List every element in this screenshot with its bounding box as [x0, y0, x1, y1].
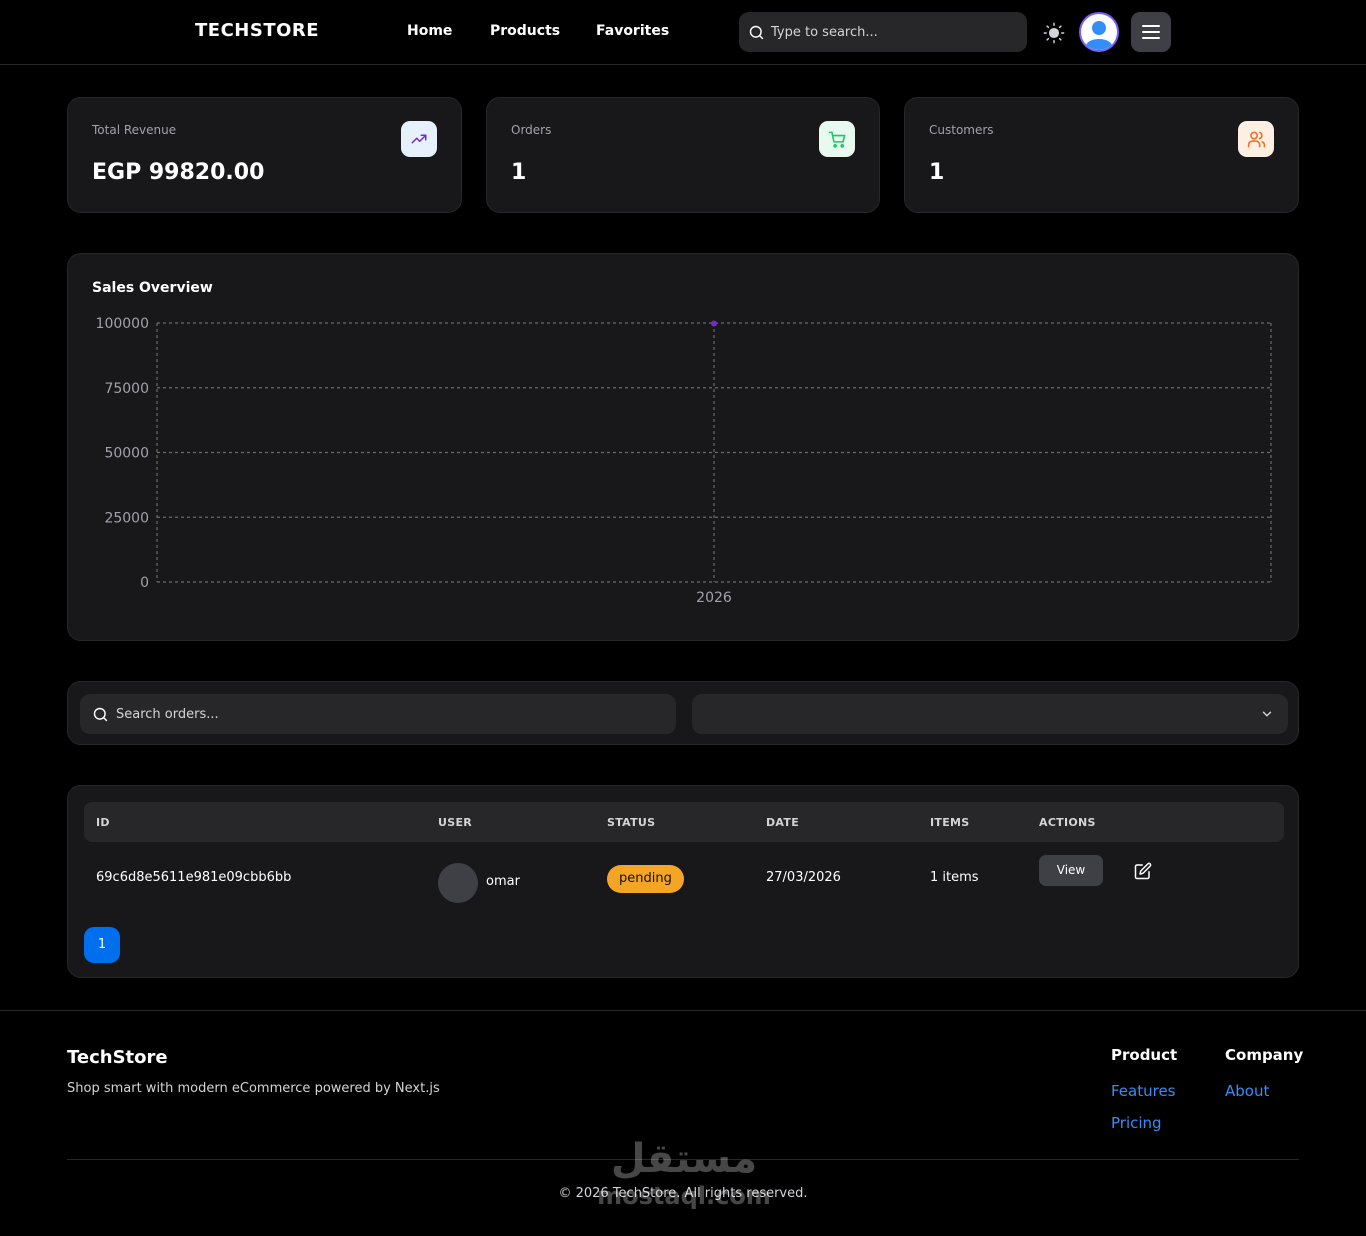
- th-id[interactable]: ID: [96, 816, 110, 829]
- sun-icon[interactable]: [1043, 22, 1065, 44]
- trending-up-icon: [401, 121, 437, 157]
- edit-icon[interactable]: [1134, 862, 1152, 880]
- user-avatar-button[interactable]: [1079, 12, 1119, 52]
- data-point: [711, 320, 717, 327]
- users-icon: [1238, 121, 1274, 157]
- y-tick-label: 50000: [104, 446, 149, 462]
- stat-label: Orders: [511, 123, 552, 137]
- avatar: [438, 863, 478, 903]
- footer-product-heading: Product: [1111, 1046, 1178, 1064]
- nav-link-home[interactable]: Home: [407, 23, 452, 39]
- th-items[interactable]: ITEMS: [930, 816, 969, 829]
- order-date: 27/03/2026: [766, 870, 841, 885]
- svg-text:مستقل: مستقل: [611, 1136, 757, 1182]
- status-badge: pending: [607, 865, 684, 893]
- th-user[interactable]: USER: [438, 816, 472, 829]
- table-header: ID USER STATUS DATE ITEMS ACTIONS: [84, 802, 1284, 842]
- th-date[interactable]: DATE: [766, 816, 799, 829]
- y-tick-label: 0: [140, 575, 149, 591]
- th-status[interactable]: STATUS: [607, 816, 655, 829]
- sales-overview-card: Sales Overview 0 25000 50000 75000 100000 202…: [67, 253, 1299, 641]
- footer-link-about[interactable]: About: [1225, 1082, 1269, 1100]
- footer-link-pricing[interactable]: Pricing: [1111, 1114, 1162, 1132]
- search-orders-placeholder: Search orders...: [116, 706, 219, 722]
- stat-label: Total Revenue: [92, 123, 177, 137]
- nav-link-products[interactable]: Products: [490, 23, 560, 39]
- footer-tagline: Shop smart with modern eCommerce powered…: [67, 1081, 440, 1096]
- order-id: 69c6d8e5611e981e09cbb6bb: [96, 870, 292, 885]
- stat-card-orders: Orders 1: [486, 97, 880, 213]
- search-icon: [749, 25, 764, 39]
- y-tick-label: 25000: [104, 510, 149, 526]
- stat-value: EGP 99820.00: [92, 160, 265, 185]
- svg-text:mostaql.com: mostaql.com: [597, 1182, 771, 1210]
- nav-search-placeholder: Type to search...: [771, 24, 878, 40]
- brand-logo[interactable]: TECHSTORE: [195, 20, 319, 41]
- mostaql-watermark: مستقل mostaql.com: [597, 1136, 771, 1210]
- cart-icon: [819, 121, 855, 157]
- order-user: omar: [486, 874, 520, 889]
- chevron-down-icon: [1262, 711, 1272, 717]
- menu-icon: [1142, 25, 1160, 39]
- stat-card-revenue: Total Revenue EGP 99820.00: [67, 97, 462, 213]
- user-avatar-icon: [1082, 15, 1116, 50]
- y-tick-label: 75000: [104, 381, 149, 397]
- status-filter-select[interactable]: [692, 694, 1288, 734]
- footer-divider-top: [0, 1010, 1366, 1011]
- x-tick-label: 2026: [696, 590, 732, 606]
- nav-search-input[interactable]: Type to search...: [739, 12, 1027, 52]
- navbar: TECHSTORE Home Products Favorites Type t…: [0, 0, 1366, 65]
- menu-button[interactable]: [1131, 12, 1171, 52]
- orders-table-card: ID USER STATUS DATE ITEMS ACTIONS 69c6d8…: [67, 785, 1299, 978]
- search-icon: [93, 707, 108, 721]
- sales-chart: 0 25000 50000 75000 100000 2026: [96, 316, 1272, 606]
- pagination-page-1[interactable]: 1: [84, 927, 120, 963]
- search-orders-input[interactable]: Search orders...: [80, 694, 676, 734]
- stat-value: 1: [511, 160, 527, 185]
- order-filters: Search orders...: [67, 681, 1299, 745]
- order-items: 1 items: [930, 870, 979, 885]
- y-tick-label: 100000: [96, 316, 149, 332]
- view-order-button[interactable]: View: [1039, 855, 1103, 886]
- footer-brand: TechStore: [67, 1047, 168, 1068]
- stat-label: Customers: [929, 123, 994, 137]
- stat-card-customers: Customers 1: [904, 97, 1299, 213]
- nav-link-favorites[interactable]: Favorites: [596, 23, 669, 39]
- footer-link-features[interactable]: Features: [1111, 1082, 1176, 1100]
- footer-company-heading: Company: [1225, 1046, 1304, 1064]
- th-actions[interactable]: ACTIONS: [1039, 816, 1096, 829]
- stat-value: 1: [929, 160, 945, 185]
